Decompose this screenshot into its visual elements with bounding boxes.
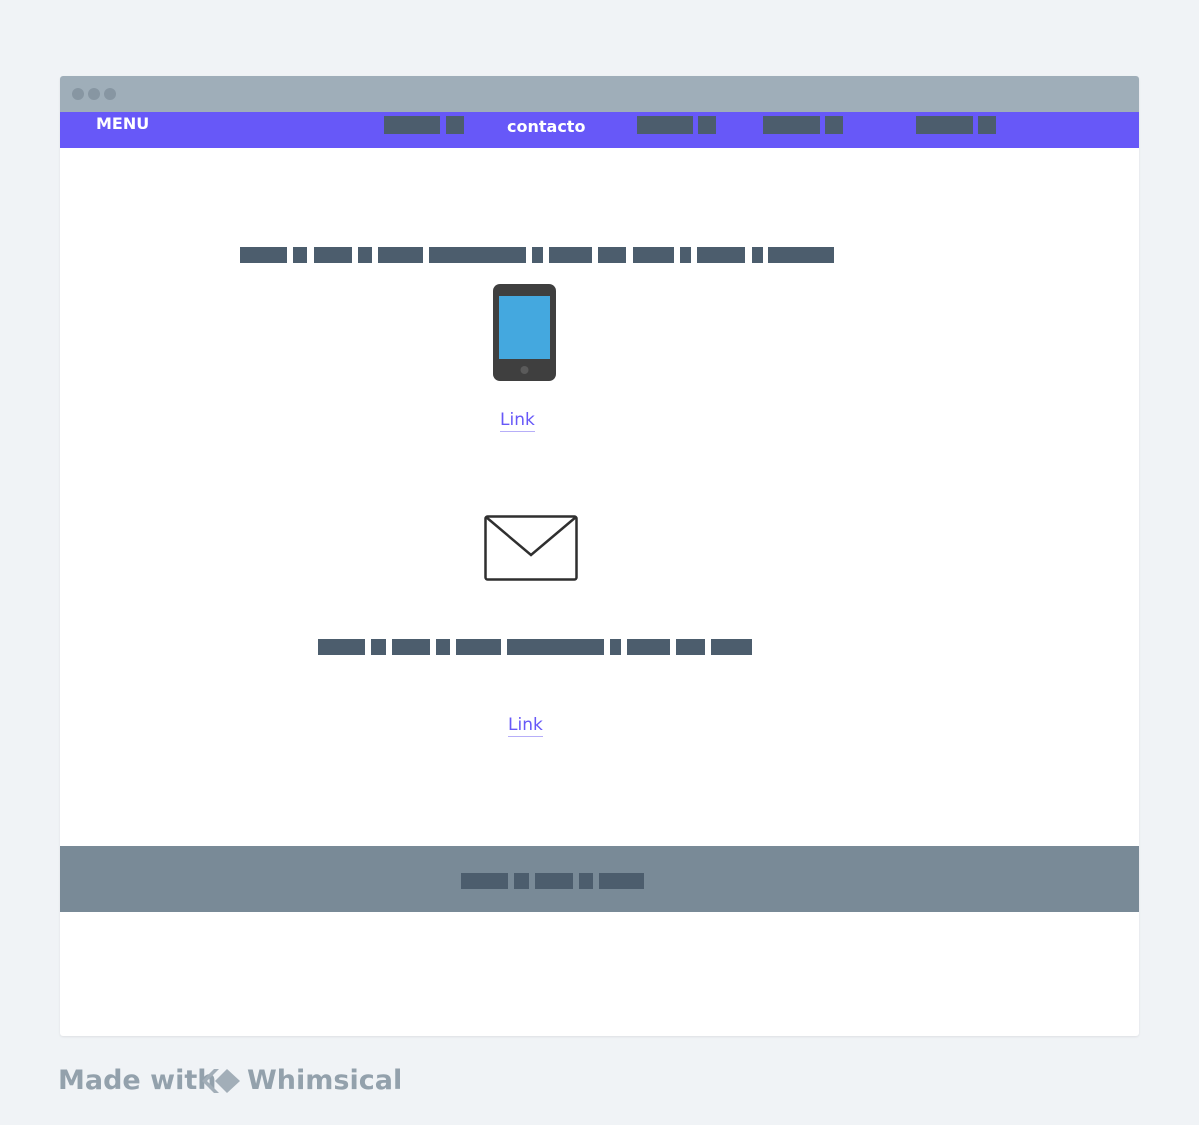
nav-item-placeholder[interactable] xyxy=(698,116,716,134)
menu-button[interactable]: MENU xyxy=(96,114,149,134)
nav-item-placeholder[interactable] xyxy=(763,116,820,134)
nav-item-placeholder[interactable] xyxy=(825,116,843,134)
nav-item-contacto[interactable]: contacto xyxy=(507,117,585,137)
browser-window: MENU contacto Link Link xyxy=(60,76,1139,1036)
window-dot[interactable] xyxy=(88,88,100,100)
nav-item-placeholder[interactable] xyxy=(978,116,996,134)
window-titlebar xyxy=(60,76,1139,112)
whimsical-brand-label: Whimsical xyxy=(247,1065,403,1096)
phone-icon xyxy=(493,284,556,381)
made-with-label: Made with xyxy=(58,1065,217,1096)
window-dot[interactable] xyxy=(72,88,84,100)
whimsical-logo-icon xyxy=(202,1069,240,1093)
nav-item-placeholder[interactable] xyxy=(637,116,693,134)
window-dot[interactable] xyxy=(104,88,116,100)
mail-link[interactable]: Link xyxy=(508,715,543,737)
phone-link[interactable]: Link xyxy=(500,410,535,432)
nav-item-placeholder[interactable] xyxy=(916,116,973,134)
nav-item-placeholder[interactable] xyxy=(384,116,440,134)
envelope-icon xyxy=(484,515,578,581)
nav-item-placeholder[interactable] xyxy=(446,116,464,134)
